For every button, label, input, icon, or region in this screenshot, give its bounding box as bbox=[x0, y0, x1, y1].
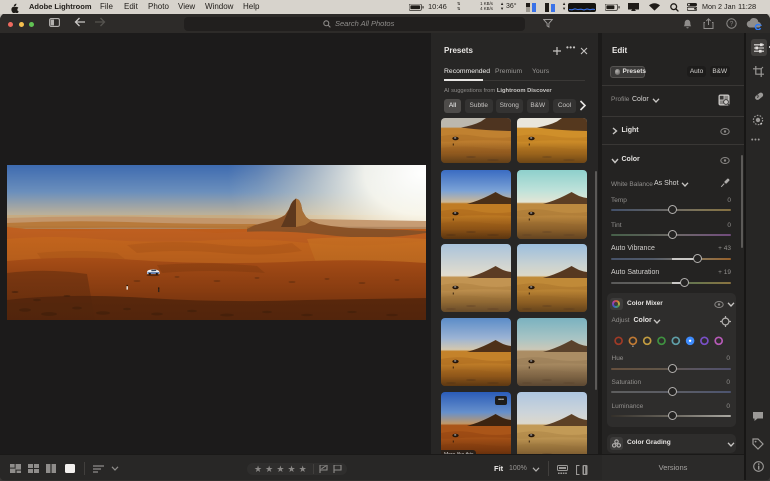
svg-text:?: ? bbox=[730, 20, 734, 27]
